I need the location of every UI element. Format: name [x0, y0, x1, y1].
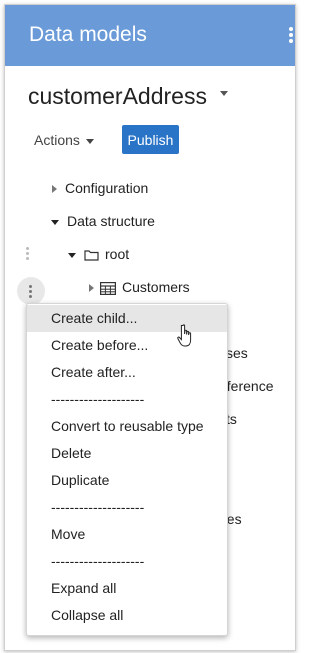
menu-item-move[interactable]: Move [27, 521, 227, 548]
panel-title: Data models [29, 23, 147, 46]
chevron-down-icon[interactable] [51, 219, 59, 225]
menu-item-create-after[interactable]: Create after... [27, 359, 227, 386]
table-icon [100, 281, 116, 295]
menu-item-create-before[interactable]: Create before... [27, 332, 227, 359]
tree-item-data-structure[interactable]: Data structure [51, 211, 155, 231]
actions-label: Actions [34, 132, 80, 148]
context-menu: Create child... Create before... Create … [26, 303, 228, 636]
tree-item-configuration[interactable]: Configuration [52, 178, 148, 198]
tree-item-label: Data structure [67, 213, 155, 229]
panel-header: Data models [5, 5, 295, 66]
folder-icon [84, 250, 99, 261]
chevron-right-icon[interactable] [52, 185, 57, 194]
tree-item-label: Customers [122, 279, 190, 295]
caret-down-icon [85, 138, 94, 144]
row-options-button[interactable] [17, 277, 45, 305]
menu-separator: -------------------- [51, 553, 145, 569]
tree-item-customers[interactable]: Customers [89, 277, 190, 297]
tree-item-label: Configuration [65, 180, 149, 196]
menu-item-convert-to-reusable-type[interactable]: Convert to reusable type [27, 413, 227, 440]
vertical-ellipsis-icon[interactable] [287, 25, 295, 47]
tree-item-label: root [105, 246, 130, 262]
model-name: customerAddress [28, 83, 207, 109]
chevron-down-icon[interactable] [68, 252, 76, 258]
menu-separator: -------------------- [51, 391, 145, 407]
menu-item-expand-all[interactable]: Expand all [27, 575, 227, 602]
actions-menu-button[interactable]: Actions [34, 132, 94, 148]
data-models-panel: Data models customerAddress Actions Publ… [4, 4, 296, 651]
menu-separator: -------------------- [51, 499, 145, 515]
tree-item-root[interactable]: root [68, 244, 129, 264]
menu-item-create-child[interactable]: Create child... [27, 305, 227, 332]
publish-button[interactable]: Publish [122, 125, 179, 154]
drag-handle-icon[interactable] [26, 247, 30, 262]
hand-pointer-icon [177, 324, 192, 347]
caret-down-icon[interactable] [220, 91, 228, 96]
menu-item-duplicate[interactable]: Duplicate [27, 467, 227, 494]
menu-item-collapse-all[interactable]: Collapse all [27, 602, 227, 629]
chevron-right-icon[interactable] [89, 284, 94, 293]
menu-item-delete[interactable]: Delete [27, 440, 227, 467]
